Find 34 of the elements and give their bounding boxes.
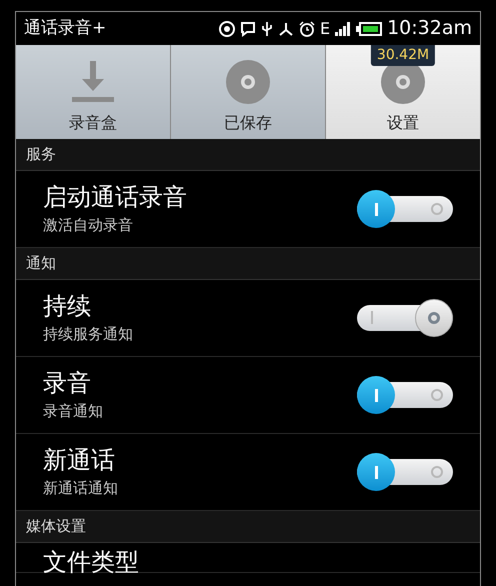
section-title: 媒体设置 (26, 516, 86, 538)
toggle-switch[interactable] (357, 189, 453, 229)
signal-icon (335, 22, 352, 36)
setting-title: 持续 (43, 290, 92, 321)
setting-title: 录音 (43, 368, 92, 398)
branch-icon (278, 20, 294, 36)
storage-badge: 30.42M (370, 45, 436, 66)
setting-title: 新通话 (43, 444, 116, 475)
setting-subtitle: 新通话通知 (43, 478, 119, 499)
setting-subtitle: 激活自动录音 (43, 214, 134, 236)
setting-row[interactable]: 文件类型 (16, 543, 480, 573)
toggle-switch[interactable] (357, 452, 453, 492)
section-title: 通知 (26, 253, 56, 274)
setting-subtitle: 录音通知 (43, 400, 104, 422)
tab[interactable]: 已保存 (171, 45, 326, 139)
setting-title: 启动通话录音 (43, 182, 188, 212)
tab[interactable]: 录音盒 (16, 45, 171, 139)
toggle-switch[interactable] (357, 298, 453, 338)
network-type: E (320, 18, 330, 40)
toggle-switch[interactable] (357, 375, 453, 415)
app-title: 通话录音+ (24, 16, 106, 40)
chat-icon (240, 20, 256, 36)
setting-row[interactable]: 录音 录音通知 (16, 357, 480, 434)
battery-icon (356, 22, 382, 36)
alarm-clock-icon (298, 20, 315, 36)
tab[interactable]: 30.42M 设置 (326, 45, 480, 139)
circle-icon (218, 20, 235, 36)
usb-icon (260, 20, 273, 36)
setting-row[interactable]: 持续 持续服务通知 (16, 280, 480, 357)
disc-icon (225, 59, 271, 105)
setting-subtitle: 持续服务通知 (43, 324, 134, 345)
section-title: 服务 (26, 144, 56, 166)
download-icon (70, 59, 116, 105)
clock-time: 10:32am (387, 16, 472, 42)
